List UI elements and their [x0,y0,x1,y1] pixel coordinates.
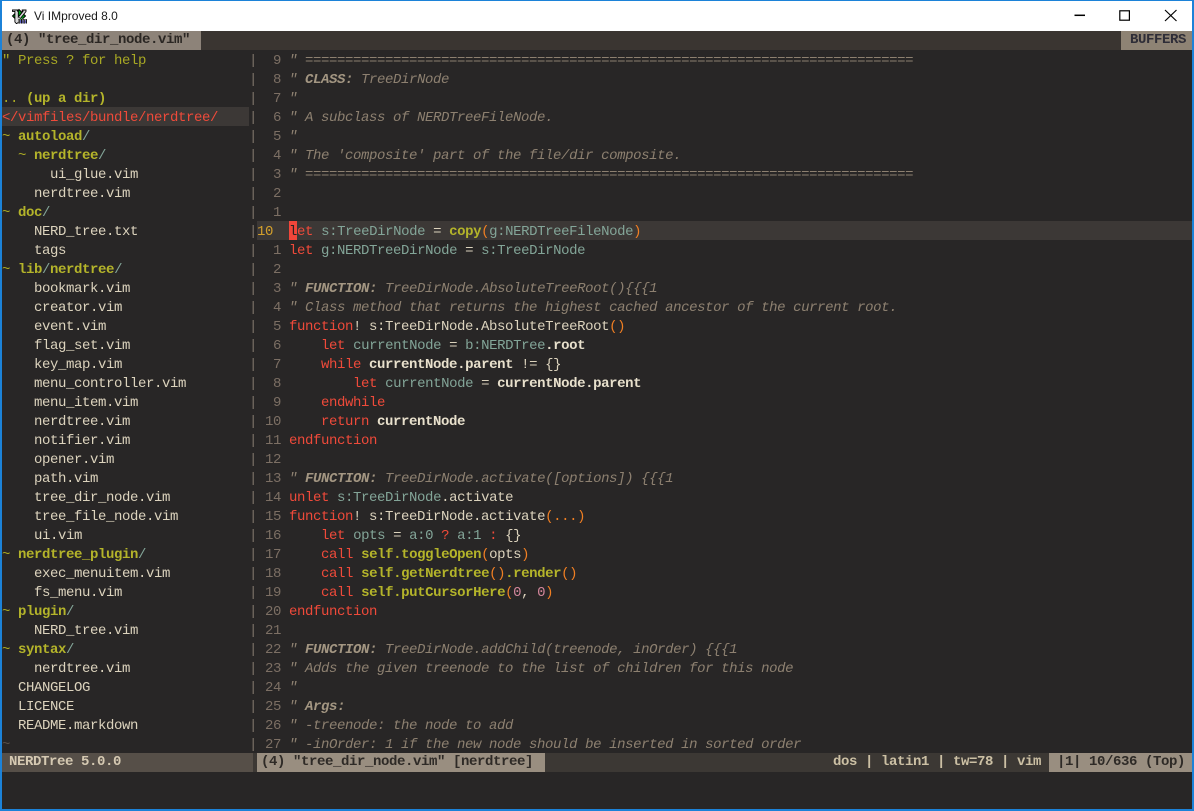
svg-text:im: im [18,16,27,24]
